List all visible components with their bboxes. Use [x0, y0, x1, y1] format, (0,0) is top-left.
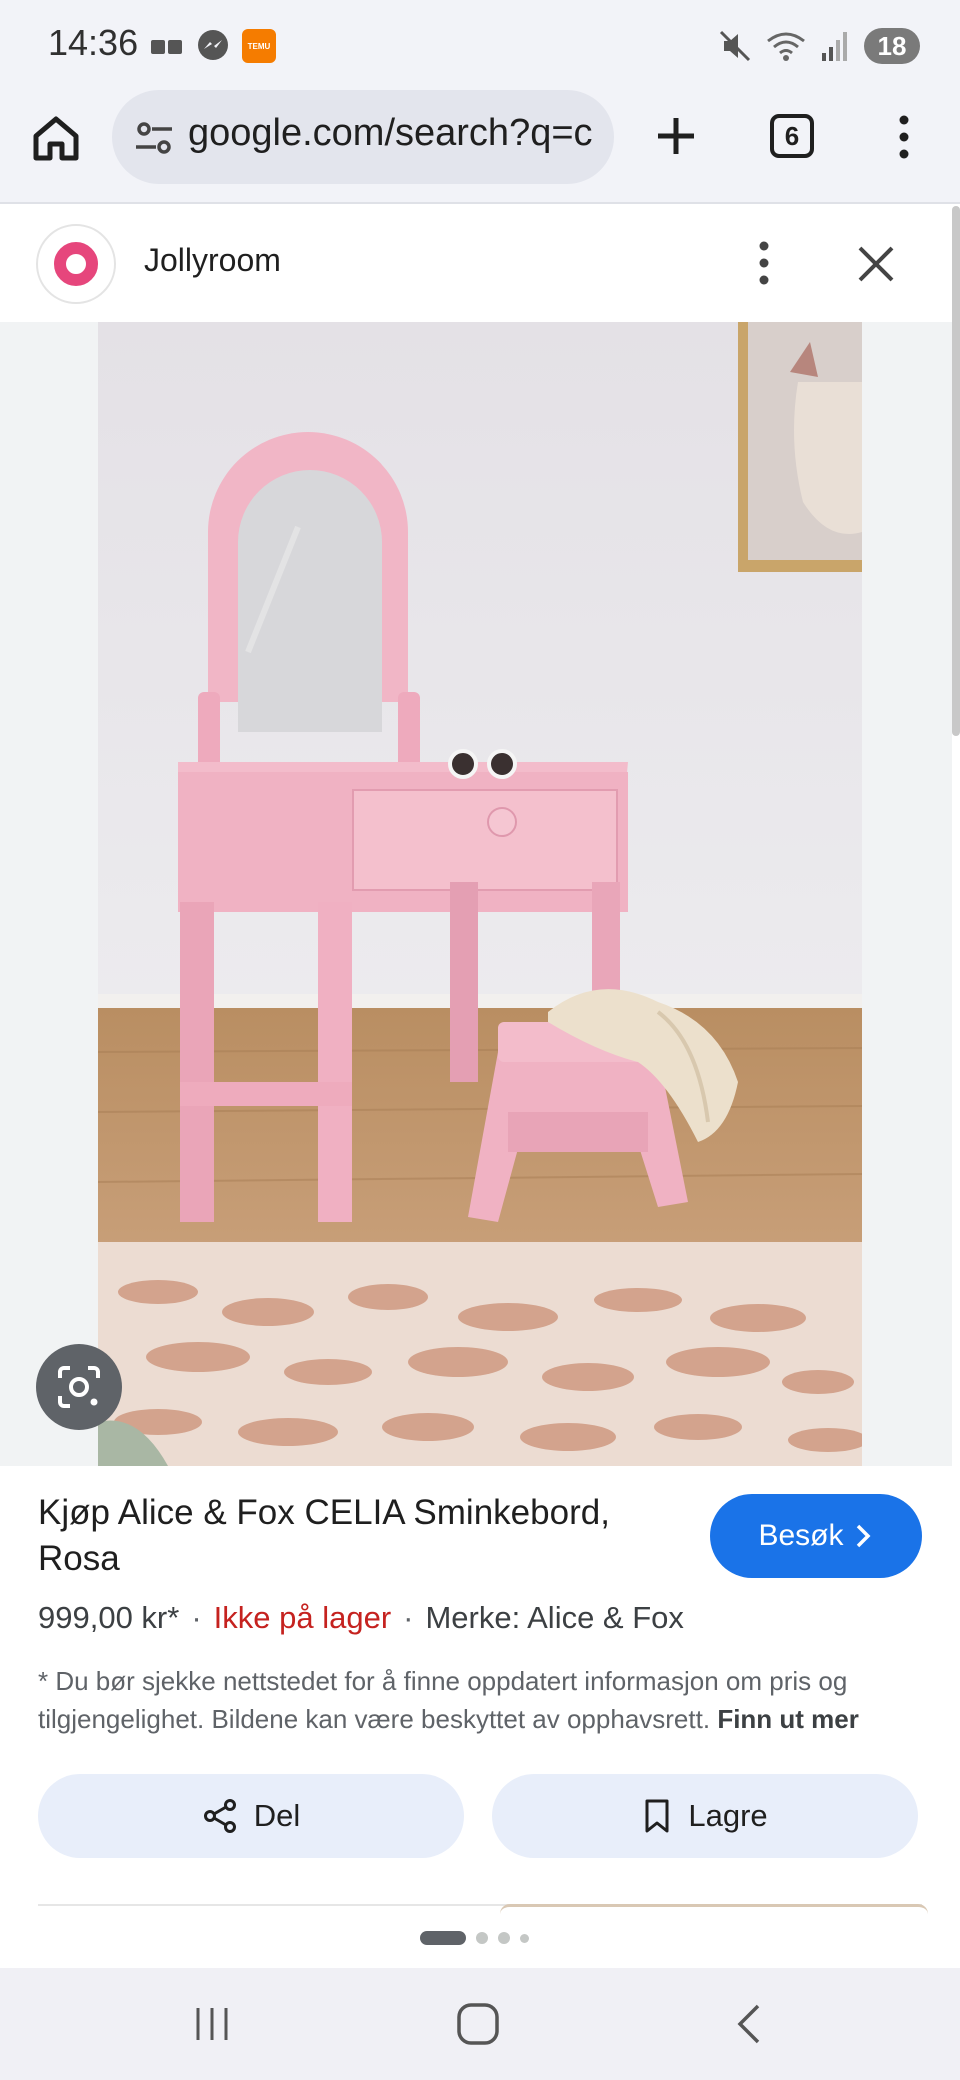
sim-cards-icon — [151, 40, 182, 54]
product-meta: 999,00 kr* · Ikke på lager · Merke: Alice & … — [38, 1600, 684, 1636]
home-icon[interactable] — [30, 112, 82, 164]
more-menu-icon[interactable] — [884, 112, 924, 162]
status-bar: 14:36 TEMU 18 — [0, 0, 960, 88]
signal-icon — [822, 32, 847, 61]
next-card-peek — [500, 1904, 928, 1914]
carousel-dot — [476, 1932, 488, 1944]
share-button[interactable]: Del — [38, 1774, 464, 1858]
battery-indicator: 18 — [864, 28, 920, 64]
carousel-indicator — [420, 1930, 529, 1946]
site-name[interactable]: Jollyroom — [144, 242, 281, 279]
recents-icon[interactable] — [192, 2004, 232, 2044]
status-time: 14:36 — [48, 22, 139, 63]
messenger-icon — [198, 30, 228, 60]
product-price: 999,00 kr* — [38, 1600, 180, 1635]
notification-icons: TEMU — [150, 28, 276, 64]
url-text: google.com/search?q=c — [188, 112, 593, 154]
price-disclaimer: * Du bør sjekke nettstedet for å finne o… — [38, 1662, 928, 1738]
scrollbar[interactable] — [952, 206, 960, 736]
wifi-6e-icon — [767, 32, 805, 61]
system-icons: 18 — [718, 26, 920, 66]
carousel-dot — [520, 1933, 529, 1943]
visit-button[interactable]: Besøk — [710, 1494, 922, 1578]
save-label: Lagre — [688, 1798, 768, 1833]
product-brand: Merke: Alice & Fox — [425, 1600, 684, 1635]
product-image[interactable] — [98, 322, 862, 1466]
bookmark-icon — [645, 1799, 669, 1833]
carousel-dot — [498, 1932, 510, 1944]
chevron-right-icon — [856, 1524, 870, 1548]
product-title[interactable]: Kjøp Alice & Fox CELIA Sminkebord, Rosa — [38, 1490, 678, 1582]
temu-label: TEMU — [247, 41, 271, 51]
address-bar[interactable]: google.com/search?q=c — [112, 90, 614, 184]
tab-switcher-button[interactable]: 6 — [770, 114, 814, 158]
system-navigation-bar — [0, 1968, 960, 2080]
image-preview-area — [0, 322, 952, 1466]
save-button[interactable]: Lagre — [492, 1774, 918, 1858]
visit-label: Besøk — [758, 1519, 844, 1552]
back-icon[interactable] — [730, 2000, 770, 2048]
stock-status: Ikke på lager — [213, 1600, 392, 1635]
site-logo — [36, 224, 116, 304]
share-label: Del — [253, 1798, 301, 1833]
lens-search-button[interactable] — [36, 1344, 122, 1430]
share-icon — [203, 1799, 236, 1833]
carousel-dot — [420, 1931, 466, 1945]
new-tab-icon[interactable] — [652, 112, 700, 160]
more-options-icon[interactable] — [744, 238, 784, 288]
meta-separator: · — [191, 1600, 202, 1635]
home-nav-icon[interactable] — [456, 2002, 500, 2046]
site-settings-icon[interactable] — [134, 120, 174, 156]
meta-separator: · — [403, 1600, 414, 1635]
google-lens-icon — [58, 1366, 100, 1408]
browser-toolbar: google.com/search?q=c 6 — [0, 88, 960, 204]
result-sheet-header: Jollyroom — [0, 206, 952, 322]
mute-icon — [719, 30, 751, 62]
temu-app-icon: TEMU — [242, 29, 276, 63]
close-icon[interactable] — [852, 240, 900, 288]
learn-more-link[interactable]: Finn ut mer — [717, 1704, 859, 1734]
